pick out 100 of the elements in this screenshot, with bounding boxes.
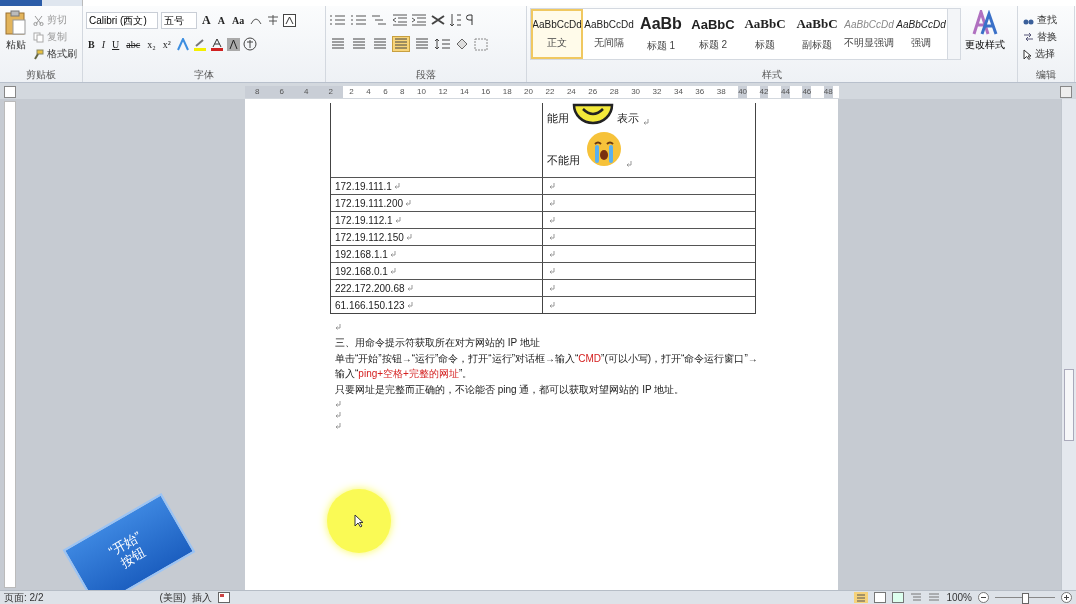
paragraph-mark-icon <box>549 285 555 291</box>
alignment-button[interactable] <box>371 36 389 52</box>
format-painter-button[interactable]: 格式刷 <box>31 46 79 62</box>
ruler-number: 34 <box>673 85 683 98</box>
legend-text: 能用 <box>547 112 569 125</box>
legend-text: 不能用 <box>547 154 580 167</box>
ruler-number: 26 <box>588 85 598 98</box>
font-format-button[interactable]: abc <box>124 38 143 50</box>
vertical-scrollbar[interactable] <box>1061 99 1076 590</box>
table-cell: 222.172.200.68 <box>335 282 405 294</box>
clipboard-icon <box>5 10 27 36</box>
paragraph-mark-icon <box>549 268 555 274</box>
paragraph-mark-icon <box>389 251 396 257</box>
crying-face-icon <box>586 131 622 167</box>
paragraph-mark-icon <box>549 200 555 206</box>
font-format-button[interactable]: x₂ <box>145 38 158 50</box>
style-gallery-item[interactable]: AaBbC 标题 <box>739 9 791 59</box>
copy-icon <box>33 31 44 43</box>
paragraph-mark-icon <box>335 412 341 418</box>
select-button[interactable]: 选择 <box>1021 46 1071 62</box>
brush-icon <box>33 48 44 60</box>
change-styles-button[interactable]: 更改样式 <box>965 8 1005 60</box>
font-format-button[interactable]: A <box>215 14 227 26</box>
font-format-button[interactable]: Aa <box>229 14 247 26</box>
ruler-number: 42 <box>759 85 769 98</box>
find-button[interactable]: 查找 <box>1021 12 1071 28</box>
paragraph-mark-icon <box>335 423 341 429</box>
decrease-indent-icon <box>392 14 408 26</box>
table-cell: 192.168.0.1 <box>335 265 388 277</box>
group-label: 剪贴板 <box>26 69 56 80</box>
scissors-icon <box>33 14 44 26</box>
font-format-button[interactable]: A <box>200 12 213 28</box>
paragraph-mark-icon <box>335 401 341 407</box>
ruler-number: 2 <box>328 85 333 98</box>
paragraph-mark-icon <box>335 324 341 330</box>
instruction-paragraph: 单击“开始”按钮→“运行”命令，打开“运行”对话框→输入“CMD”(可以小写)，打开“命令运行窗口”→输入“ping+空格+完整的网址”。 <box>335 351 759 381</box>
ruler-number: 30 <box>631 85 641 98</box>
ruler-number: 36 <box>695 85 705 98</box>
alignment-button[interactable] <box>329 36 347 52</box>
ruler-number: 4 <box>304 85 309 98</box>
gallery-scrollbar[interactable] <box>947 9 960 59</box>
print-layout-icon[interactable] <box>854 592 869 603</box>
outline-icon[interactable] <box>910 592 923 603</box>
table-cell: 172.19.111.1 <box>335 180 392 192</box>
font-format-button[interactable]: U <box>110 38 122 50</box>
style-gallery-item[interactable]: AaBbC 标题 2 <box>687 9 739 59</box>
font-format-button[interactable]: I <box>99 38 107 50</box>
table-cell: 172.19.111.200 <box>335 197 404 209</box>
web-layout-icon[interactable] <box>892 592 905 603</box>
style-gallery-item[interactable]: AaBbCcDd 正文 <box>531 9 583 59</box>
text-effect-icon <box>175 37 190 51</box>
ruler-number: 40 <box>738 85 748 98</box>
style-gallery-item[interactable]: AaBb 标题 1 <box>635 9 687 59</box>
table-cell: 172.19.112.1 <box>335 214 393 226</box>
ruler-toggle[interactable] <box>1060 85 1072 98</box>
font-color-icon <box>209 37 224 51</box>
ruler-number: 20 <box>524 85 533 98</box>
font-format-button[interactable]: B <box>86 38 97 50</box>
full-screen-icon[interactable] <box>874 592 887 603</box>
paragraph-mark-icon <box>393 183 400 189</box>
style-gallery-item[interactable]: AaBbCcDd 强调 <box>895 9 947 59</box>
ruler-number: 6 <box>383 85 388 98</box>
paragraph-mark-icon <box>549 217 555 223</box>
zoom-in-icon[interactable] <box>1061 592 1072 603</box>
font-size-dropdown[interactable]: 五号 <box>161 11 197 29</box>
language-indicator: (美国) <box>159 590 187 604</box>
style-gallery-item[interactable]: AaBbC 副标题 <box>791 9 843 59</box>
line-spacing-icon <box>434 38 452 50</box>
insert-mode: 插入 <box>192 590 213 604</box>
paragraph-mark-icon <box>549 183 555 189</box>
alignment-button[interactable] <box>413 36 431 52</box>
table-cell: 192.168.1.1 <box>335 248 388 260</box>
table-cell: 61.166.150.123 <box>335 299 405 311</box>
table-cell: 172.19.112.150 <box>335 231 404 243</box>
paste-button[interactable]: 粘贴 <box>3 8 29 62</box>
draft-icon[interactable] <box>928 592 941 603</box>
ruler-number: 8 <box>400 85 405 98</box>
tab-selector[interactable] <box>4 85 16 98</box>
pointer-icon <box>1023 48 1032 60</box>
alignment-button[interactable] <box>350 36 368 52</box>
font-format-button[interactable]: x² <box>160 38 173 50</box>
border-letter-icon <box>283 13 297 27</box>
zoom-level[interactable]: 100% <box>946 592 972 603</box>
smiley-icon <box>571 103 615 125</box>
paragraph-mark-icon <box>643 119 649 125</box>
macro-icon <box>218 592 231 603</box>
style-gallery-item[interactable]: AaBbCcDd 不明显强调 <box>843 9 895 59</box>
ruler-number: 22 <box>545 85 555 98</box>
alignment-button[interactable] <box>392 36 410 52</box>
ruler-number: 38 <box>716 85 726 98</box>
ruler-number: 32 <box>652 85 662 98</box>
zoom-slider-thumb[interactable] <box>1022 593 1029 604</box>
ruler-number: 48 <box>823 85 833 98</box>
replace-button[interactable]: 替换 <box>1021 29 1071 45</box>
font-name-dropdown[interactable]: Calibri (西文) <box>86 11 158 29</box>
section-heading: 三、用命令提示符获取所在对方网站的 IP 地址 <box>335 336 541 350</box>
style-gallery-item[interactable]: AaBbCcDd 无间隔 <box>583 9 635 59</box>
paragraph-mark-icon <box>406 302 413 308</box>
zoom-out-icon[interactable] <box>978 592 989 603</box>
paragraph-mark-icon <box>549 302 555 308</box>
